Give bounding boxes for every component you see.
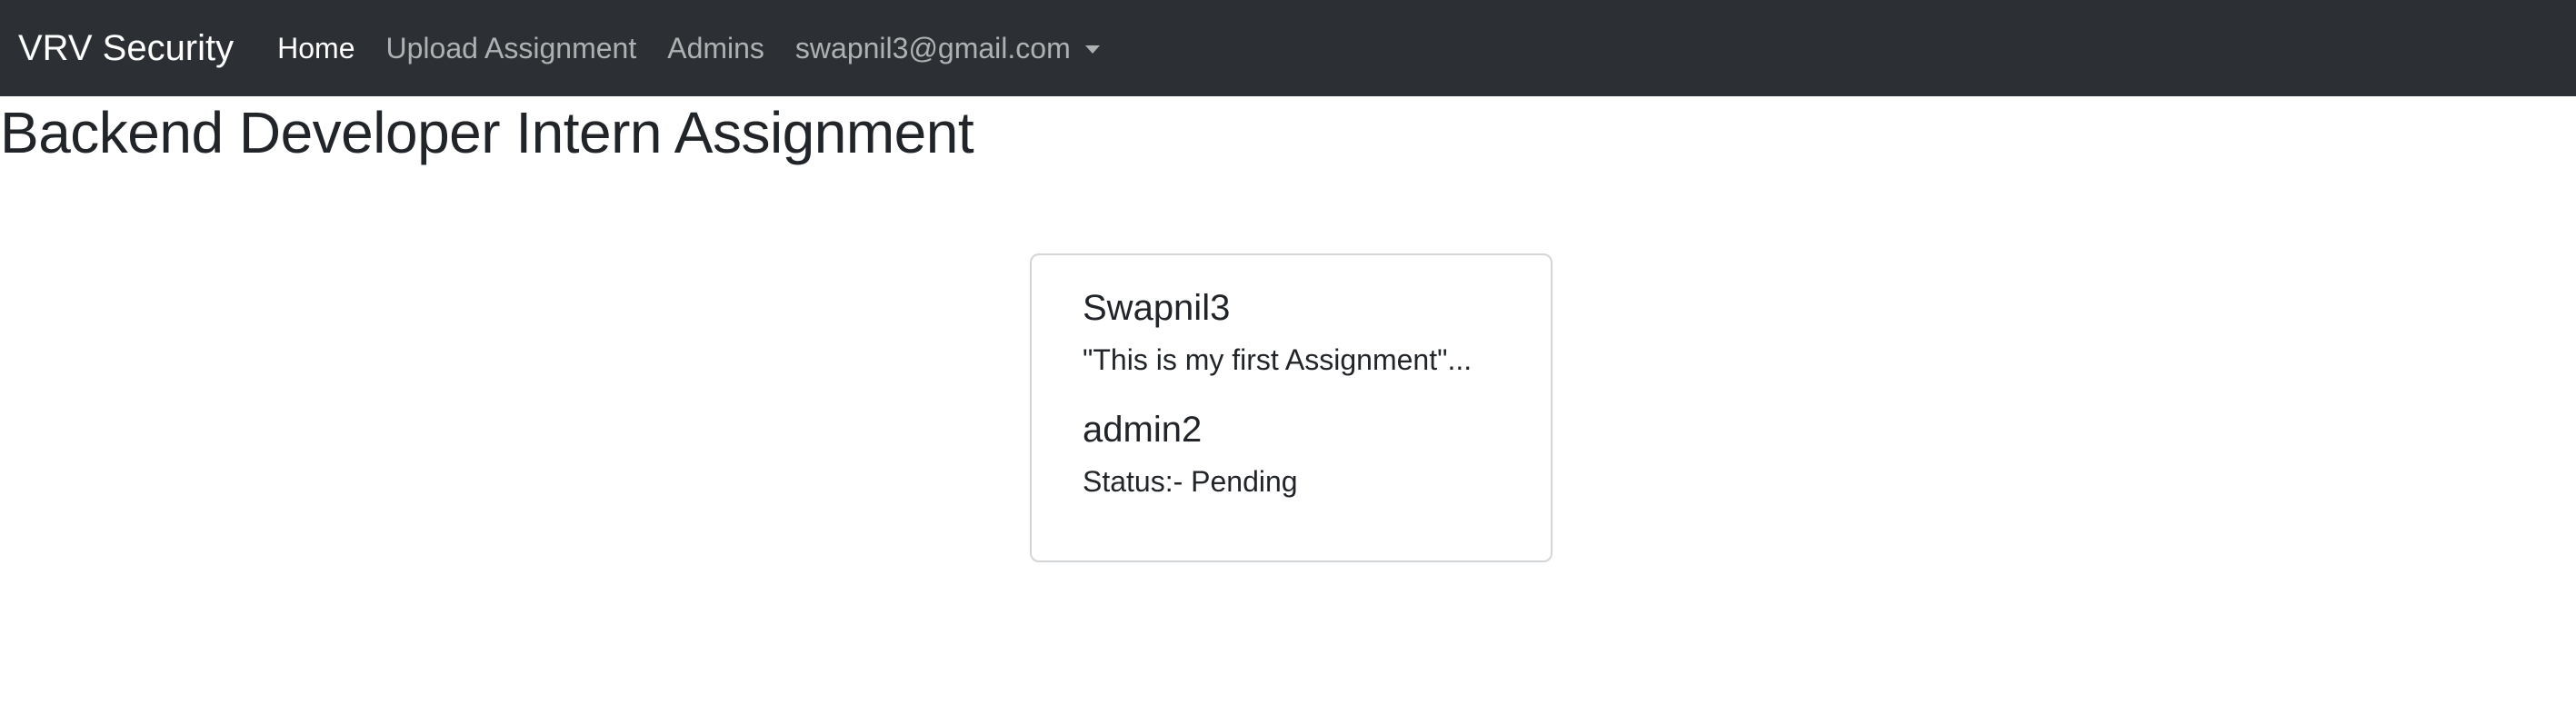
assignment-user-name: Swapnil3 [1083,288,1231,328]
assignment-card[interactable]: Swapnil3 "This is my first Assignment"..… [1030,253,1553,562]
user-email-label: swapnil3@gmail.com [794,32,1071,64]
assignment-status: Status:- Pending [1083,465,1298,499]
user-dropdown-toggle[interactable]: swapnil3@gmail.com [795,34,1100,63]
nav-link-admins[interactable]: Admins [667,34,764,63]
brand-logo-text[interactable]: VRV Security [18,30,234,66]
nav-links: Home Upload Assignment Admins swapnil3@g… [277,34,1131,63]
assignment-excerpt: "This is my first Assignment"... [1083,343,1473,376]
assignment-admin-name: admin2 [1083,410,1203,451]
caret-down-icon [1084,45,1100,54]
page-title: Backend Developer Intern Assignment [0,100,974,165]
nav-link-upload-assignment[interactable]: Upload Assignment [386,34,637,63]
top-navbar: VRV Security Home Upload Assignment Admi… [0,0,2576,96]
nav-link-home[interactable]: Home [277,34,354,63]
